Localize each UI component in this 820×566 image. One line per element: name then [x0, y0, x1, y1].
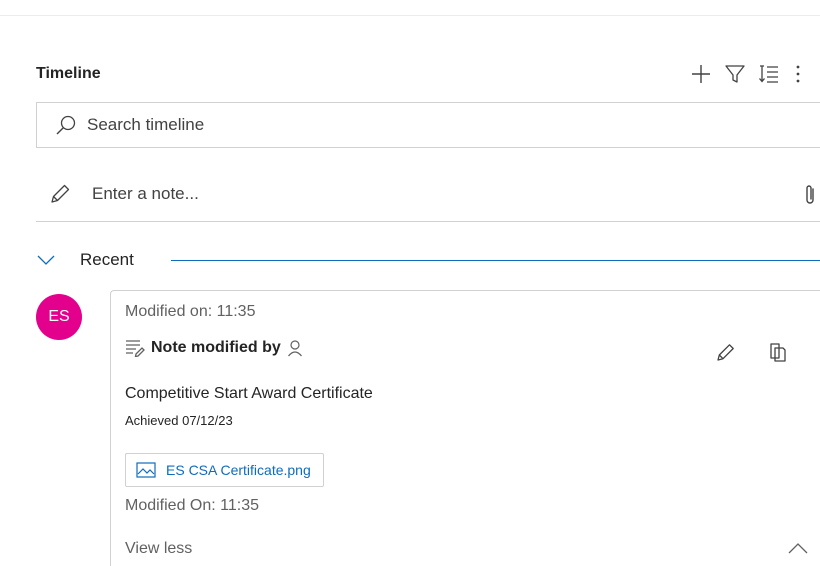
modified-on-footer: Modified On: 11:35: [125, 497, 260, 514]
search-icon: [55, 113, 79, 137]
timeline-panel: Timeline Enter a note...: [14, 38, 820, 566]
timeline-actions: [684, 60, 810, 88]
recent-label: Recent: [80, 250, 134, 269]
sort-button[interactable]: [752, 60, 786, 88]
sort-icon: [759, 65, 778, 83]
add-button[interactable]: [684, 60, 718, 88]
filter-icon: [725, 65, 745, 83]
more-options-button[interactable]: [786, 60, 810, 88]
note-icon: [125, 339, 145, 357]
search-box: [36, 102, 820, 148]
pencil-icon: [48, 181, 74, 207]
recent-group-header[interactable]: Recent: [36, 246, 820, 274]
group-divider: [171, 260, 820, 261]
chevron-down-icon[interactable]: [36, 254, 56, 266]
collapse-button[interactable]: [785, 537, 811, 559]
paperclip-icon: [806, 185, 814, 204]
attach-button[interactable]: [800, 182, 820, 208]
timeline-title: Timeline: [36, 65, 101, 82]
note-title: Competitive Start Award Certificate: [125, 385, 373, 402]
view-less-link[interactable]: View less: [125, 540, 192, 558]
more-vertical-icon: [796, 65, 800, 83]
copy-button[interactable]: [765, 339, 791, 365]
attachment-chip[interactable]: ES CSA Certificate.png: [125, 453, 324, 487]
person-icon: [287, 339, 303, 357]
top-strip: [0, 0, 820, 16]
chevron-up-icon: [788, 543, 808, 554]
avatar: ES: [36, 294, 82, 340]
subject-text: Note modified by: [151, 339, 281, 356]
record-subject: Note modified by: [125, 339, 303, 357]
copy-icon: [770, 343, 786, 362]
modified-on-label: Modified on: 11:35: [125, 303, 256, 320]
search-input[interactable]: [87, 115, 687, 135]
filter-button[interactable]: [718, 60, 752, 88]
timeline-header: Timeline: [36, 60, 820, 88]
timeline-record-card: Modified on: 11:35 Note modified by Comp…: [110, 290, 820, 566]
edit-button[interactable]: [713, 339, 739, 365]
pencil-icon: [717, 344, 734, 361]
attachment-name[interactable]: ES CSA Certificate.png: [166, 462, 311, 478]
note-composer[interactable]: Enter a note...: [36, 166, 820, 222]
image-file-icon: [136, 462, 156, 478]
note-placeholder[interactable]: Enter a note...: [92, 184, 199, 204]
note-detail: Achieved 07/12/23: [125, 413, 233, 428]
plus-icon: [692, 65, 710, 83]
